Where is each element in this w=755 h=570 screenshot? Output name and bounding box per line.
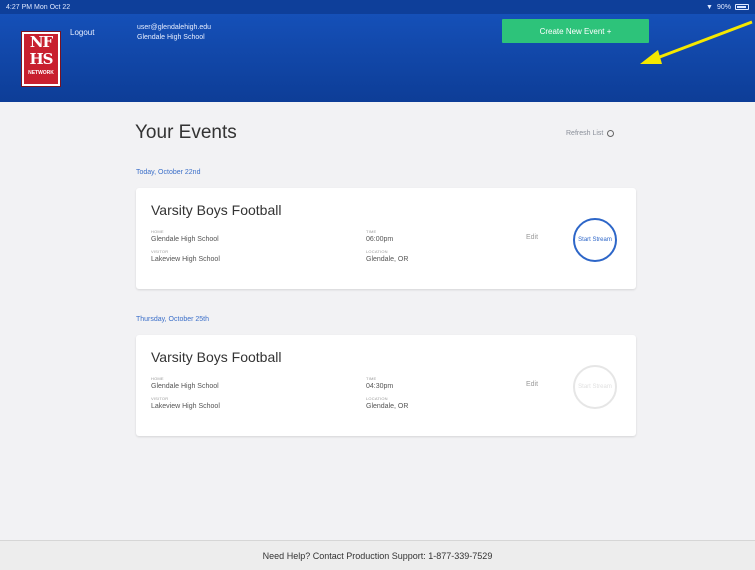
location-field: LOCATION Glendale, OR [366, 249, 409, 263]
time-field: TIME 04:30pm [366, 376, 394, 390]
status-time: 4:27 PM Mon Oct 22 [6, 3, 71, 11]
home-field: HOME Glendale High School [151, 229, 219, 243]
refresh-icon [607, 130, 615, 137]
status-right: ▼ 90% [706, 4, 749, 11]
start-stream-button[interactable]: Start Stream [573, 218, 617, 262]
event-date-label: Today, October 22nd [136, 169, 201, 176]
time-field: TIME 06:00pm [366, 229, 394, 243]
wifi-icon: ▼ [706, 3, 713, 11]
edit-button[interactable]: Edit [526, 234, 538, 241]
nfhs-logo: NF HS NETWORK [21, 31, 61, 87]
user-email: user@glendalehigh.edu [137, 24, 212, 31]
event-title: Varsity Boys Football [151, 202, 282, 218]
event-card: Varsity Boys Football HOME Glendale High… [136, 335, 636, 436]
event-card: Varsity Boys Football HOME Glendale High… [136, 188, 636, 289]
location-field: LOCATION Glendale, OR [366, 396, 409, 410]
status-bar: 4:27 PM Mon Oct 22 ▼ 90% [0, 0, 755, 14]
visitor-field: VISITOR Lakeview High School [151, 396, 220, 410]
logout-button[interactable]: Logout [70, 28, 94, 37]
start-stream-button-disabled: Start Stream [573, 365, 617, 409]
refresh-label: Refresh List [566, 130, 604, 137]
help-footer: Need Help? Contact Production Support: 1… [0, 540, 755, 570]
visitor-field: VISITOR Lakeview High School [151, 249, 220, 263]
event-title: Varsity Boys Football [151, 349, 282, 365]
edit-button[interactable]: Edit [526, 381, 538, 388]
user-info: user@glendalehigh.edu Glendale High Scho… [137, 23, 211, 43]
main-content: Your Events Refresh List Today, October … [0, 102, 755, 540]
user-school: Glendale High School [137, 34, 205, 41]
create-new-event-button[interactable]: Create New Event + [502, 19, 649, 43]
battery-icon [735, 4, 749, 10]
app-header: NF HS NETWORK Logout user@glendalehigh.e… [0, 14, 755, 102]
support-text: Need Help? Contact Production Support: 1… [262, 550, 493, 561]
page-title: Your Events [135, 122, 237, 143]
battery-percent: 90% [716, 3, 731, 11]
event-date-label: Thursday, October 25th [136, 316, 210, 323]
home-field: HOME Glendale High School [151, 376, 219, 390]
refresh-list-button[interactable]: Refresh List [566, 130, 615, 137]
